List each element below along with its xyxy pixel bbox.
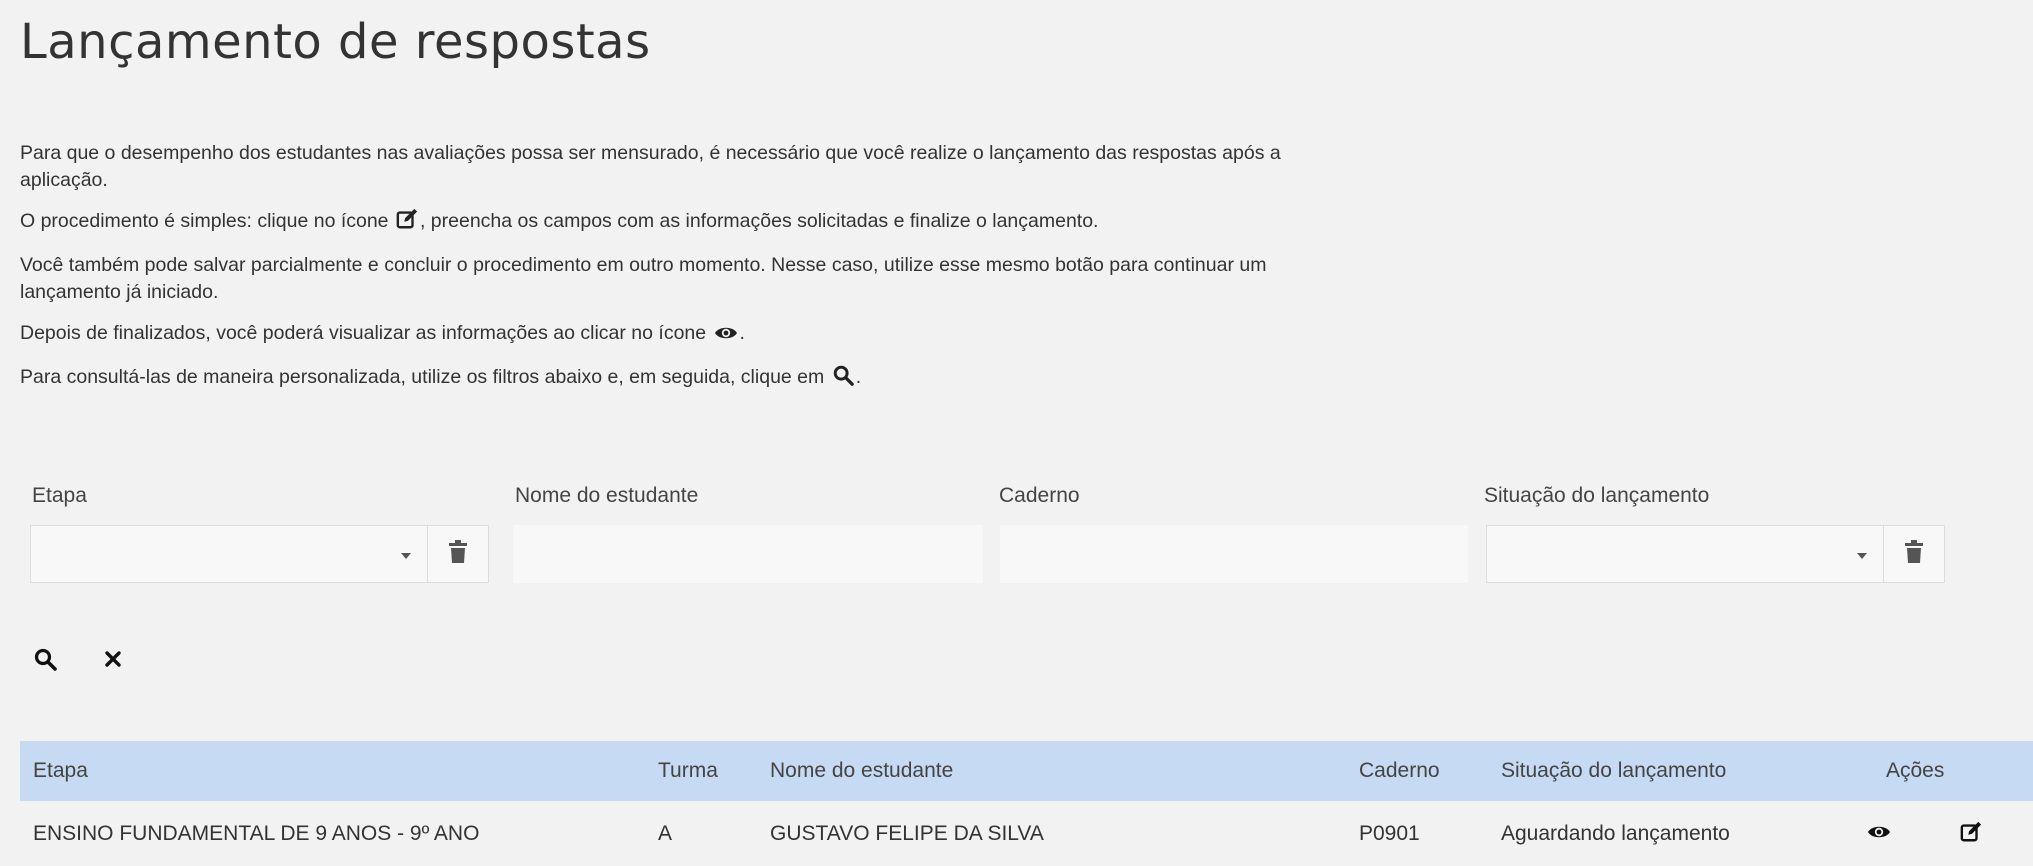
- intro-p2-after: , preencha os campos com as informações …: [419, 210, 1099, 232]
- cell-nome: GUSTAVO FELIPE DA SILVA: [770, 822, 1044, 845]
- col-header-caderno: Caderno: [1359, 759, 1440, 782]
- col-header-turma: Turma: [658, 759, 718, 782]
- intro-paragraph-3: Você também pode salvar parcialmente e c…: [20, 254, 1267, 303]
- filter-caderno-label: Caderno: [999, 484, 1080, 507]
- intro-p5-before: Para consultá-las de maneira personaliza…: [20, 366, 830, 388]
- etapa-select[interactable]: [30, 525, 427, 583]
- edit-icon: [1960, 821, 1982, 848]
- trash-icon: [1905, 539, 1923, 569]
- search-icon: [33, 647, 57, 676]
- student-name-input[interactable]: [513, 525, 983, 583]
- caderno-input[interactable]: [1000, 525, 1468, 583]
- page-title: Lançamento de respostas: [20, 14, 651, 70]
- close-icon: [104, 650, 122, 673]
- col-header-situacao: Situação do lançamento: [1501, 759, 1727, 782]
- filter-situacao-label: Situação do lançamento: [1484, 484, 1710, 507]
- eye-icon: [1867, 823, 1891, 846]
- intro-paragraph-5: Para consultá-las de maneira personaliza…: [20, 364, 1320, 394]
- col-header-nome: Nome do estudante: [770, 759, 954, 782]
- chevron-down-icon: [1857, 553, 1867, 559]
- filter-etapa-label: Etapa: [32, 484, 87, 507]
- edit-button[interactable]: [1958, 821, 1984, 847]
- intro-paragraph-4: Depois de finalizados, você poderá visua…: [20, 320, 1320, 350]
- cell-turma: A: [658, 822, 673, 845]
- intro-p4-before: Depois de finalizados, você poderá visua…: [20, 322, 712, 344]
- col-header-etapa: Etapa: [33, 759, 88, 782]
- chevron-down-icon: [401, 553, 411, 559]
- cell-situacao: Aguardando lançamento: [1501, 822, 1730, 845]
- view-button[interactable]: [1866, 821, 1892, 847]
- intro-paragraph-2: O procedimento é simples: clique no ícon…: [20, 208, 1320, 238]
- intro-p2-before: O procedimento é simples: clique no ícon…: [20, 210, 394, 232]
- edit-icon: [396, 208, 418, 238]
- cell-caderno: P0901: [1359, 822, 1420, 845]
- intro-paragraph-1: Para que o desempenho dos estudantes nas…: [20, 142, 1281, 191]
- col-header-acoes: Ações: [1886, 759, 1945, 782]
- page: Lançamento de respostas Para que o desem…: [0, 0, 2033, 866]
- intro-p5-after: .: [855, 366, 862, 388]
- eye-icon: [714, 323, 738, 350]
- cell-etapa: ENSINO FUNDAMENTAL DE 9 ANOS - 9º ANO: [33, 822, 480, 845]
- search-button[interactable]: [30, 646, 60, 676]
- intro-p4-after: .: [739, 322, 745, 344]
- situacao-clear-button[interactable]: [1883, 525, 1945, 583]
- trash-icon: [449, 539, 467, 569]
- situacao-select[interactable]: [1486, 525, 1883, 583]
- etapa-clear-button[interactable]: [427, 525, 489, 583]
- table-header: Etapa Turma Nome do estudante Caderno Si…: [20, 741, 2033, 801]
- clear-filters-button[interactable]: [98, 646, 128, 676]
- filter-nome-label: Nome do estudante: [515, 484, 699, 507]
- search-icon: [832, 364, 854, 394]
- intro-text: Para que o desempenho dos estudantes nas…: [20, 140, 1320, 408]
- table-row: ENSINO FUNDAMENTAL DE 9 ANOS - 9º ANO A …: [20, 801, 2033, 866]
